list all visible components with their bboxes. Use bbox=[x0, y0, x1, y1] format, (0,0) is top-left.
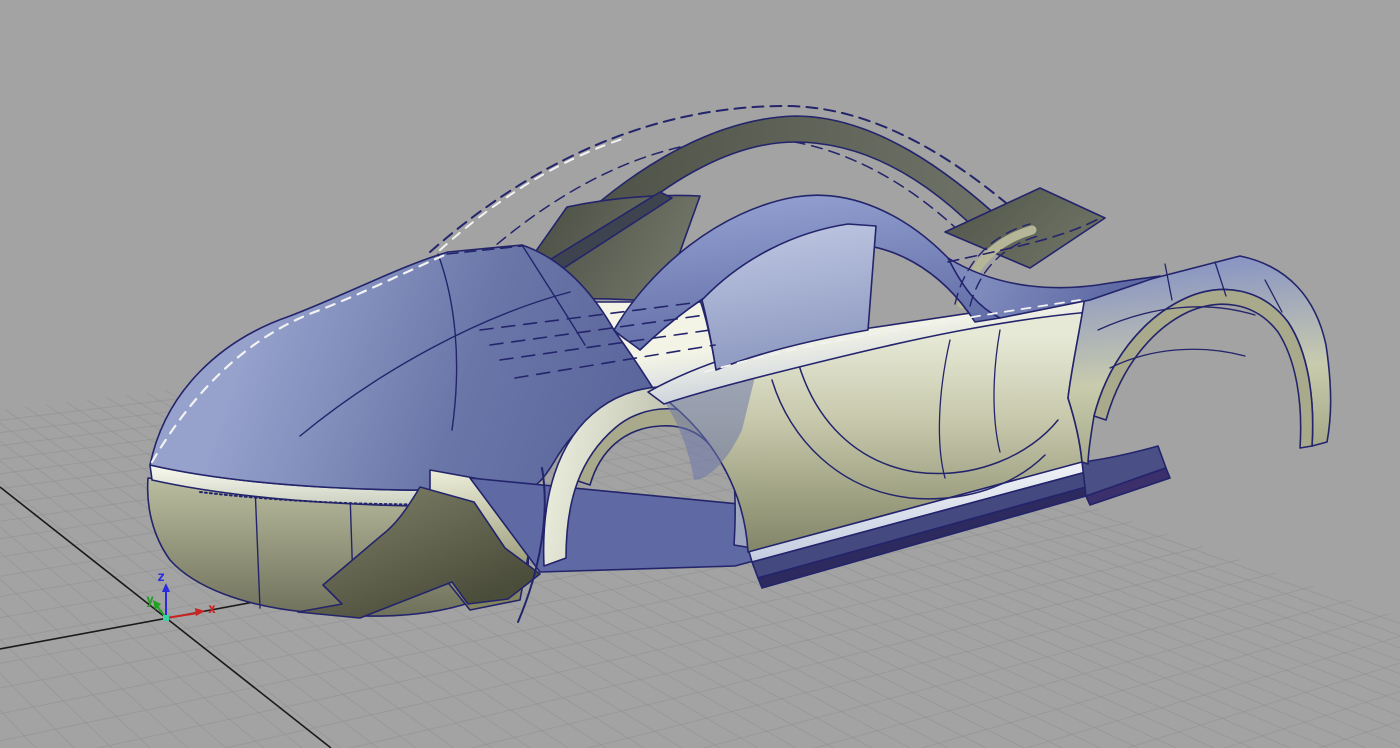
cad-viewport[interactable]: z x y bbox=[0, 0, 1400, 748]
origin-marker bbox=[163, 615, 169, 621]
z-axis-label: z bbox=[157, 570, 165, 585]
x-axis-label: x bbox=[208, 602, 216, 617]
viewport-canvas[interactable]: z x y bbox=[0, 0, 1400, 748]
y-axis-label: y bbox=[146, 593, 154, 608]
